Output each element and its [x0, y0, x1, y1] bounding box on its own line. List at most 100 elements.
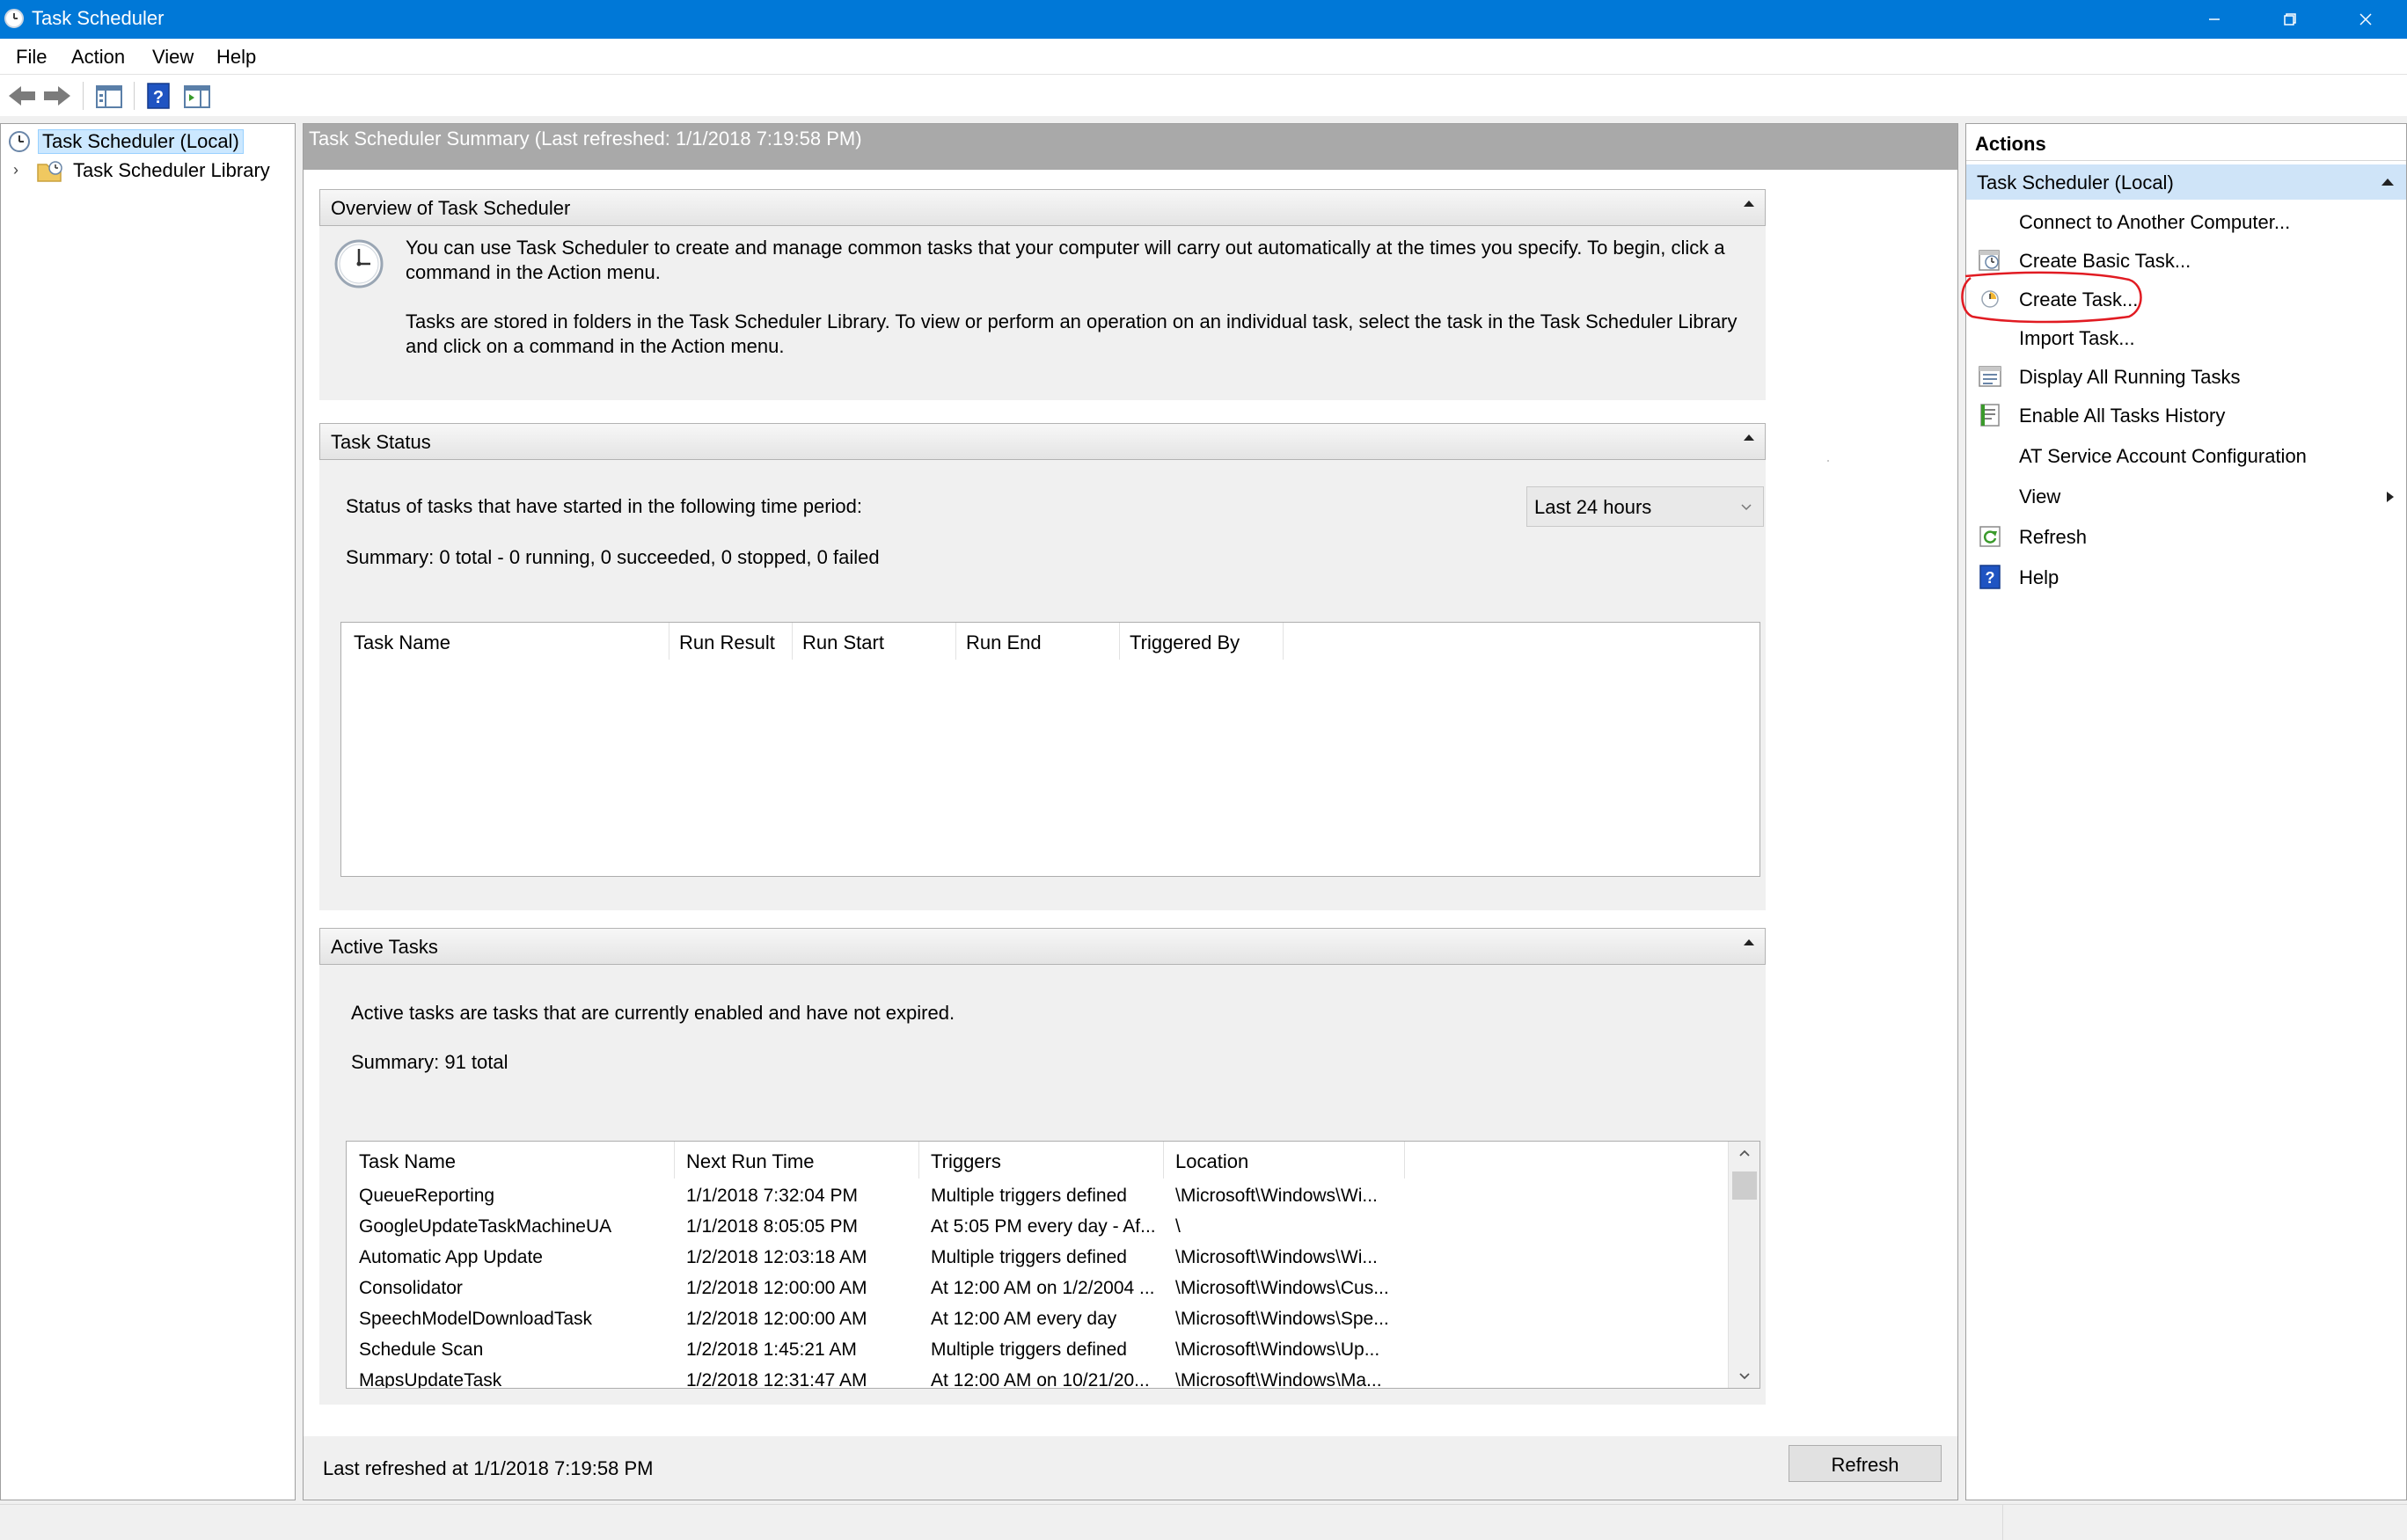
actions-group-header[interactable]: Task Scheduler (Local)	[1966, 164, 2406, 200]
refresh-icon	[1979, 526, 2001, 547]
menu-file[interactable]: File	[16, 46, 47, 69]
submenu-arrow-icon	[2387, 492, 2394, 502]
task-scheduler-app-icon	[4, 9, 24, 28]
scroll-thumb[interactable]	[1732, 1171, 1757, 1200]
cell-triggers: At 12:00 AM every day	[931, 1309, 1117, 1329]
section-overview-header[interactable]: Overview of Task Scheduler	[319, 189, 1766, 226]
spacer	[1827, 460, 1829, 462]
window-title: Task Scheduler	[32, 7, 165, 29]
tree-item-task-scheduler-local[interactable]: Task Scheduler (Local)	[1, 128, 295, 156]
refresh-button[interactable]: Refresh	[1789, 1445, 1942, 1482]
column-separator[interactable]	[674, 1142, 675, 1179]
column-header[interactable]: Triggered By	[1130, 631, 1240, 654]
table-row[interactable]: Schedule Scan 1/2/2018 1:45:21 AM Multip…	[347, 1336, 1719, 1367]
collapse-caret-icon[interactable]	[1744, 939, 1754, 945]
chevron-right-icon[interactable]: ›	[13, 161, 18, 179]
action-label: Import Task...	[2019, 327, 2135, 349]
action-connect-to-another-computer[interactable]: Connect to Another Computer...	[1966, 203, 2406, 242]
cell-task-name: GoogleUpdateTaskMachineUA	[359, 1216, 612, 1237]
scroll-down-icon[interactable]	[1738, 1372, 1751, 1381]
cell-next-run-time: 1/2/2018 12:00:00 AM	[686, 1278, 867, 1298]
actions-pane: Actions Task Scheduler (Local) Connect t…	[1965, 123, 2407, 1500]
column-separator[interactable]	[1119, 623, 1120, 660]
column-header[interactable]: Task Name	[354, 631, 450, 654]
time-period-dropdown[interactable]: Last 24 hours	[1526, 486, 1764, 527]
collapse-caret-icon[interactable]	[1744, 201, 1754, 207]
section-active-tasks-body: Active tasks are tasks that are currentl…	[319, 965, 1766, 1405]
overview-paragraph-2-line-2: and click on a command in the Action men…	[406, 335, 785, 357]
chevron-down-icon	[1741, 504, 1752, 511]
vertical-scrollbar[interactable]	[1728, 1142, 1760, 1388]
actions-pane-title: Actions	[1966, 124, 2406, 161]
list-header: Task Name Next Run Time Triggers Locatio…	[347, 1142, 1728, 1179]
column-separator[interactable]	[792, 623, 793, 660]
cell-location: \Microsoft\Windows\Up...	[1175, 1339, 1380, 1360]
summary-header-title: Task Scheduler Summary (Last refreshed: …	[309, 128, 862, 150]
column-header[interactable]: Run Result	[679, 631, 775, 654]
section-active-tasks-header[interactable]: Active Tasks	[319, 928, 1766, 965]
cell-location: \	[1175, 1216, 1181, 1237]
cell-location: \Microsoft\Windows\Ma...	[1175, 1370, 1382, 1389]
cell-task-name: SpeechModelDownloadTask	[359, 1309, 592, 1329]
task-status-list[interactable]: Task Name Run Result Run Start Run End T…	[340, 622, 1760, 877]
tree-item-task-scheduler-library[interactable]: › Task Scheduler Library	[1, 157, 295, 186]
cell-triggers: Multiple triggers defined	[931, 1186, 1127, 1206]
column-header[interactable]: Run End	[966, 631, 1042, 654]
scroll-up-icon[interactable]	[1738, 1149, 1751, 1157]
cell-triggers: Multiple triggers defined	[931, 1247, 1127, 1267]
menu-help[interactable]: Help	[216, 46, 256, 69]
minimize-button[interactable]	[2177, 0, 2252, 39]
section-task-status-header[interactable]: Task Status	[319, 423, 1766, 460]
section-title: Overview of Task Scheduler	[331, 197, 571, 219]
show-hide-action-pane-icon[interactable]	[183, 84, 211, 110]
show-hide-console-tree-icon[interactable]	[95, 84, 123, 110]
column-header[interactable]: Location	[1175, 1150, 1248, 1173]
collapse-caret-icon[interactable]	[1744, 434, 1754, 441]
cell-task-name: Automatic App Update	[359, 1247, 543, 1267]
column-separator[interactable]	[1404, 1142, 1405, 1179]
menu-view[interactable]: View	[152, 46, 194, 69]
column-separator[interactable]	[1163, 1142, 1164, 1179]
cell-next-run-time: 1/2/2018 12:00:00 AM	[686, 1309, 867, 1329]
column-separator[interactable]	[918, 1142, 919, 1179]
menu-action[interactable]: Action	[71, 46, 125, 69]
help-icon[interactable]: ?	[146, 82, 171, 110]
action-label: Connect to Another Computer...	[2019, 211, 2291, 233]
column-header[interactable]: Task Name	[359, 1150, 456, 1173]
table-row[interactable]: Consolidator 1/2/2018 12:00:00 AM At 12:…	[347, 1274, 1719, 1305]
time-period-value: Last 24 hours	[1534, 496, 1652, 518]
table-row[interactable]: QueueReporting 1/1/2018 7:32:04 PM Multi…	[347, 1182, 1719, 1213]
action-view[interactable]: View	[1966, 478, 2406, 516]
collapse-caret-icon[interactable]	[2380, 177, 2396, 187]
action-at-service-account-configuration[interactable]: AT Service Account Configuration	[1966, 437, 2406, 476]
column-header[interactable]: Triggers	[931, 1150, 1001, 1173]
column-header[interactable]: Next Run Time	[686, 1150, 815, 1173]
active-tasks-list[interactable]: Task Name Next Run Time Triggers Locatio…	[346, 1141, 1760, 1389]
column-separator[interactable]	[955, 623, 956, 660]
forward-arrow-icon[interactable]	[42, 84, 72, 108]
table-row[interactable]: MapsUpdateTask 1/2/2018 12:31:47 AM At 1…	[347, 1367, 1719, 1389]
summary-header: Task Scheduler Summary (Last refreshed: …	[304, 124, 1957, 170]
table-row[interactable]: Automatic App Update 1/2/2018 12:03:18 A…	[347, 1244, 1719, 1274]
table-row[interactable]: SpeechModelDownloadTask 1/2/2018 12:00:0…	[347, 1305, 1719, 1336]
minimize-icon	[2209, 18, 2220, 20]
back-arrow-icon[interactable]	[7, 84, 37, 108]
action-help[interactable]: ? Help	[1966, 558, 2406, 597]
action-display-all-running-tasks[interactable]: Display All Running Tasks	[1966, 358, 2406, 397]
task-history-icon	[1980, 404, 2000, 427]
column-separator[interactable]	[1283, 623, 1284, 660]
restore-icon	[2284, 13, 2296, 26]
overview-paragraph-2-line-1: Tasks are stored in folders in the Task …	[406, 310, 1738, 332]
close-button[interactable]	[2328, 0, 2403, 39]
running-tasks-icon	[1979, 366, 2001, 387]
clock-icon	[334, 239, 384, 288]
action-label: Display All Running Tasks	[2019, 366, 2241, 388]
restore-button[interactable]	[2252, 0, 2328, 39]
summary-scroll-area: Overview of Task Scheduler You can use T…	[304, 170, 1957, 1436]
column-header[interactable]: Run Start	[802, 631, 884, 654]
action-refresh[interactable]: Refresh	[1966, 518, 2406, 557]
action-enable-all-tasks-history[interactable]: Enable All Tasks History	[1966, 397, 2406, 435]
table-row[interactable]: GoogleUpdateTaskMachineUA 1/1/2018 8:05:…	[347, 1213, 1719, 1244]
section-title: Active Tasks	[331, 936, 438, 958]
status-period-label: Status of tasks that have started in the…	[346, 495, 862, 517]
